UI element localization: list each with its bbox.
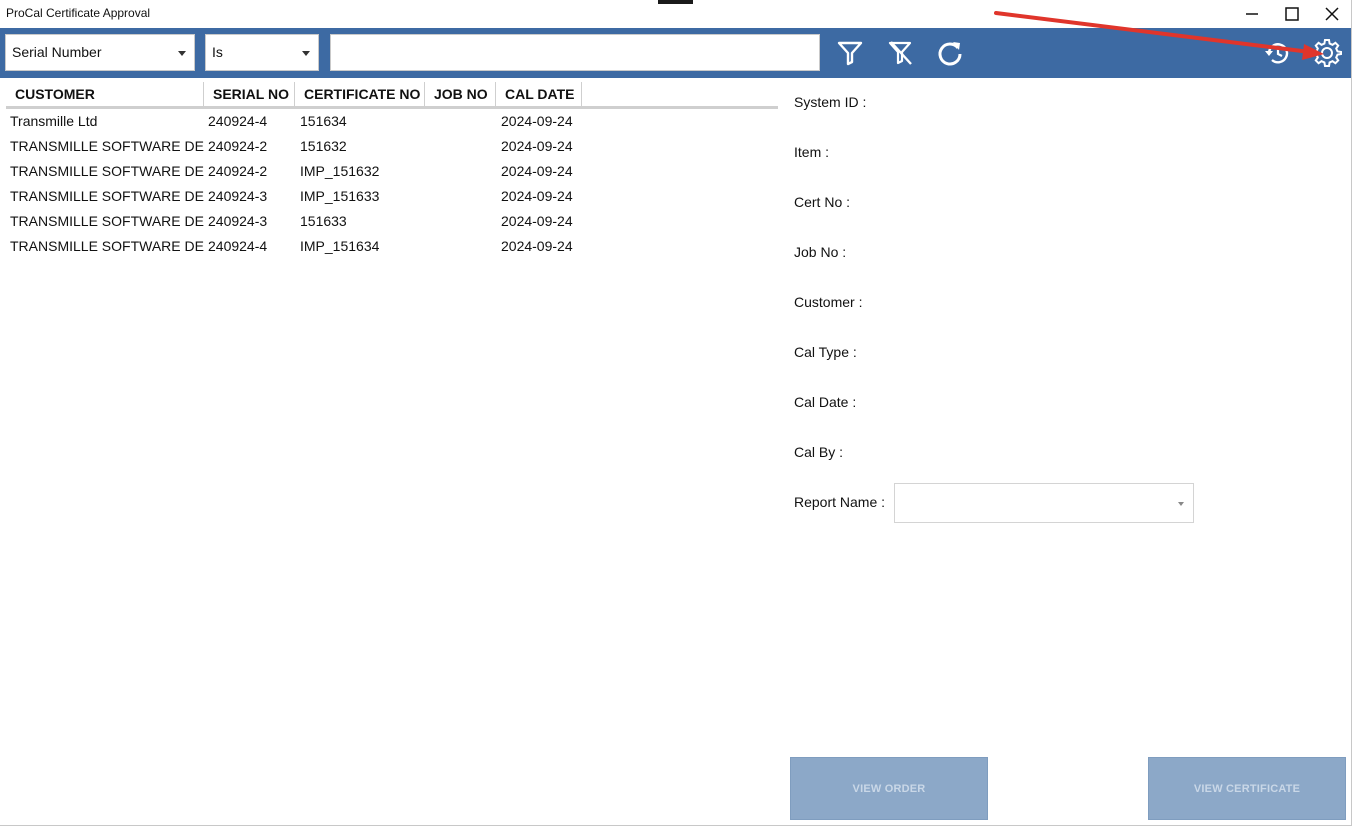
title-bar-notch: [658, 0, 693, 4]
title-bar: ProCal Certificate Approval: [0, 0, 1351, 28]
search-input[interactable]: [330, 34, 820, 71]
table-row[interactable]: TRANSMILLE SOFTWARE DEV 240924-2 151632 …: [6, 134, 778, 159]
cell-job-no: [426, 234, 497, 259]
cell-serial-no: 240924-2: [208, 163, 268, 179]
history-button[interactable]: [1263, 38, 1293, 68]
view-order-button[interactable]: VIEW ORDER: [790, 757, 988, 820]
label-customer: Customer :: [794, 294, 863, 310]
cell-cal-date: 2024-09-24: [501, 188, 573, 204]
gear-icon: [1312, 39, 1342, 67]
table-row[interactable]: Transmille Ltd 240924-4 151634 2024-09-2…: [6, 109, 778, 134]
certificate-table: CUSTOMER SERIAL NO CERTIFICATE NO JOB NO…: [6, 82, 778, 259]
cell-serial-no: 240924-4: [208, 113, 268, 129]
operator-select[interactable]: Is: [205, 34, 319, 71]
cell-cal-date: 2024-09-24: [501, 213, 573, 229]
cell-customer: TRANSMILLE SOFTWARE DEV: [10, 138, 204, 154]
label-cal-by: Cal By :: [794, 444, 844, 460]
close-button[interactable]: [1312, 0, 1352, 28]
label-report-name: Report Name :: [794, 494, 886, 510]
cell-cal-date: 2024-09-24: [501, 138, 573, 154]
chevron-down-icon: [302, 51, 310, 56]
table-row[interactable]: TRANSMILLE SOFTWARE DEV 240924-3 151633 …: [6, 209, 778, 234]
table-row[interactable]: TRANSMILLE SOFTWARE DEV 240924-2 IMP_151…: [6, 159, 778, 184]
app-window: ProCal Certificate Approval Serial Numbe…: [0, 0, 1352, 826]
history-icon: [1265, 43, 1289, 64]
label-system-id: System ID :: [794, 94, 867, 110]
cell-cal-date: 2024-09-24: [501, 238, 573, 254]
column-header-job-no[interactable]: JOB NO: [425, 82, 496, 106]
operator-select-value: Is: [212, 44, 223, 60]
clear-filter-button[interactable]: [885, 38, 915, 68]
cell-serial-no: 240924-3: [208, 213, 268, 229]
minimize-button[interactable]: [1232, 0, 1272, 28]
table-body: Transmille Ltd 240924-4 151634 2024-09-2…: [6, 109, 778, 259]
cell-serial-no: 240924-3: [208, 188, 268, 204]
chevron-down-icon: [1178, 502, 1184, 506]
field-select[interactable]: Serial Number: [5, 34, 195, 71]
cell-certificate-no: IMP_151633: [300, 188, 380, 204]
cell-serial-no: 240924-4: [208, 238, 268, 254]
window-title: ProCal Certificate Approval: [6, 6, 151, 20]
cell-cal-date: 2024-09-24: [501, 113, 573, 129]
column-header-cal-date[interactable]: CAL DATE: [496, 82, 582, 106]
table-row[interactable]: TRANSMILLE SOFTWARE DEV 240924-4 IMP_151…: [6, 234, 778, 259]
column-header-certificate-no[interactable]: CERTIFICATE NO: [295, 82, 425, 106]
refresh-button[interactable]: [935, 38, 965, 68]
cell-certificate-no: IMP_151632: [300, 163, 380, 179]
cell-job-no: [426, 159, 497, 184]
view-certificate-button[interactable]: VIEW CERTIFICATE: [1148, 757, 1346, 820]
field-select-value: Serial Number: [12, 44, 102, 60]
chevron-down-icon: [178, 51, 186, 56]
column-header-customer[interactable]: CUSTOMER: [6, 82, 204, 106]
filter-button[interactable]: [835, 38, 865, 68]
cell-customer: TRANSMILLE SOFTWARE DEV: [10, 238, 204, 254]
label-cal-date: Cal Date :: [794, 394, 857, 410]
cell-certificate-no: 151634: [300, 113, 347, 129]
cell-certificate-no: IMP_151634: [300, 238, 380, 254]
cell-certificate-no: 151632: [300, 138, 347, 154]
cell-job-no: [426, 109, 497, 134]
filter-icon: [837, 41, 863, 66]
cell-job-no: [426, 209, 497, 234]
refresh-icon: [938, 42, 962, 66]
close-icon: [1325, 7, 1339, 21]
label-item: Item :: [794, 144, 830, 160]
label-cert-no: Cert No :: [794, 194, 851, 210]
cell-certificate-no: 151633: [300, 213, 347, 229]
column-header-serial-no[interactable]: SERIAL NO: [204, 82, 295, 106]
table-row[interactable]: TRANSMILLE SOFTWARE DEV 240924-3 IMP_151…: [6, 184, 778, 209]
cell-customer: TRANSMILLE SOFTWARE DEV: [10, 213, 204, 229]
clear-filter-icon: [888, 41, 912, 65]
cell-customer: Transmille Ltd: [10, 113, 98, 129]
cell-serial-no: 240924-2: [208, 138, 268, 154]
maximize-icon: [1285, 7, 1299, 21]
cell-job-no: [426, 134, 497, 159]
cell-cal-date: 2024-09-24: [501, 163, 573, 179]
maximize-button[interactable]: [1272, 0, 1312, 28]
filter-toolbar: Serial Number Is: [0, 28, 1351, 78]
report-name-select[interactable]: [894, 483, 1194, 523]
label-cal-type: Cal Type :: [794, 344, 857, 360]
label-job-no: Job No :: [794, 244, 847, 260]
settings-button[interactable]: [1312, 38, 1342, 68]
cell-customer: TRANSMILLE SOFTWARE DEV: [10, 163, 204, 179]
cell-job-no: [426, 184, 497, 209]
minimize-icon: [1246, 13, 1258, 15]
table-header: CUSTOMER SERIAL NO CERTIFICATE NO JOB NO…: [6, 82, 778, 109]
cell-customer: TRANSMILLE SOFTWARE DEV: [10, 188, 204, 204]
